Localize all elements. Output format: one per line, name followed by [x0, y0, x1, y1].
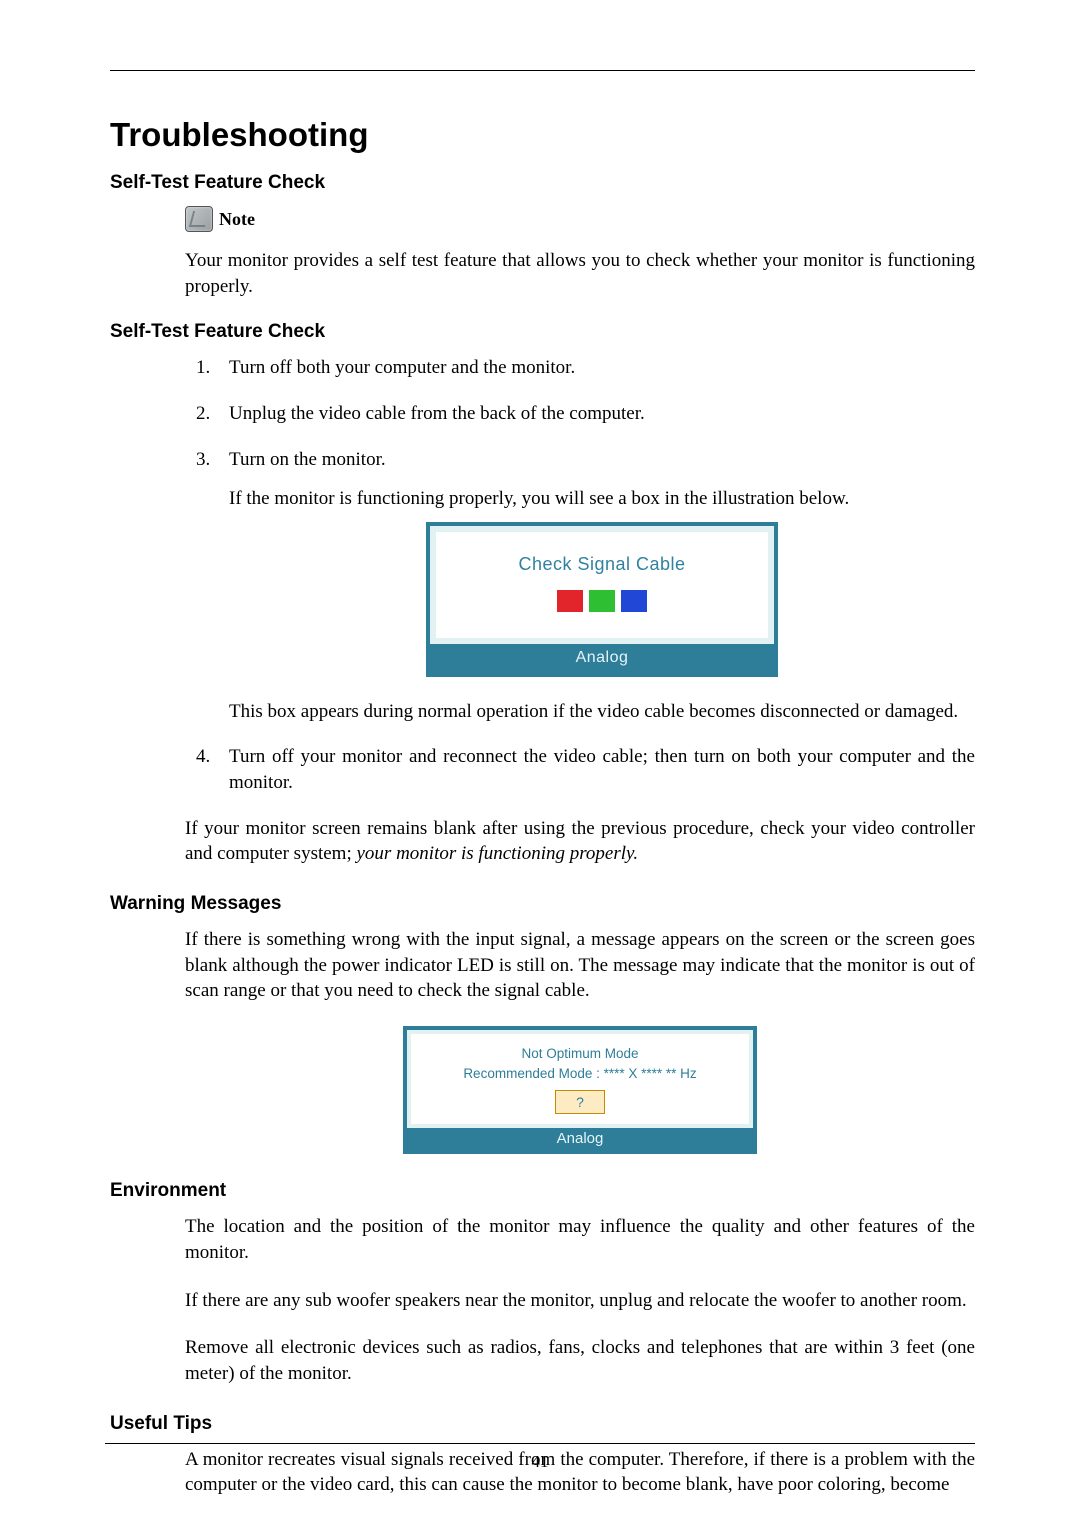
list-item: Unplug the video cable from the back of … — [215, 401, 975, 427]
list-item: Turn off your monitor and reconnect the … — [215, 744, 975, 795]
environment-p2: If there are any sub woofer speakers nea… — [185, 1288, 975, 1314]
rgb-squares — [436, 590, 768, 612]
selftest2-content: Turn off both your computer and the moni… — [185, 355, 975, 867]
environment-p3: Remove all electronic devices such as ra… — [185, 1335, 975, 1386]
signal-box-footer: Analog — [430, 644, 774, 673]
page-footer: 41 — [105, 1443, 975, 1472]
section-heading-environment: Environment — [110, 1180, 975, 1202]
document-page: Troubleshooting Self-Test Feature Check … — [0, 0, 1080, 1527]
list-item: Turn on the monitor. If the monitor is f… — [215, 447, 975, 725]
step3-text: Turn on the monitor. — [229, 449, 386, 470]
note-icon — [185, 206, 213, 232]
optimum-line2: Recommended Mode : **** X **** ** Hz — [411, 1064, 749, 1084]
section-heading-warning: Warning Messages — [110, 893, 975, 915]
section-heading-selftest-1: Self-Test Feature Check — [110, 172, 975, 194]
step3-follow-text: If the monitor is functioning properly, … — [229, 486, 975, 512]
note-label: Note — [219, 209, 255, 230]
page-number: 41 — [105, 1452, 975, 1472]
environment-content: The location and the position of the mon… — [185, 1214, 975, 1386]
selftest1-content: Note Your monitor provides a self test f… — [185, 206, 975, 299]
signal-box-inner: Check Signal Cable — [436, 532, 768, 638]
step3-follow-text-2: This box appears during normal operation… — [229, 699, 975, 725]
check-signal-cable-box: Check Signal Cable Analog — [426, 522, 778, 677]
green-square-icon — [589, 590, 615, 612]
selftest-steps-list: Turn off both your computer and the moni… — [185, 355, 975, 795]
selftest-conclusion: If your monitor screen remains blank aft… — [185, 816, 975, 867]
section-heading-selftest-2: Self-Test Feature Check — [110, 321, 975, 343]
selftest1-intro-text: Your monitor provides a self test featur… — [185, 248, 975, 299]
optimum-line1: Not Optimum Mode — [411, 1044, 749, 1064]
optimum-box-inner: Not Optimum Mode Recommended Mode : ****… — [411, 1034, 749, 1125]
red-square-icon — [557, 590, 583, 612]
warning-content: If there is something wrong with the inp… — [185, 927, 975, 1154]
list-item: Turn off both your computer and the moni… — [215, 355, 975, 381]
section-heading-tips: Useful Tips — [110, 1413, 975, 1435]
optimum-box-footer: Analog — [407, 1128, 753, 1150]
note-callout: Note — [185, 206, 975, 232]
question-mark-icon: ? — [555, 1090, 605, 1114]
conclusion-italic: your monitor is functioning properly. — [357, 843, 639, 864]
environment-p1: The location and the position of the mon… — [185, 1214, 975, 1265]
page-title: Troubleshooting — [110, 116, 975, 154]
header-rule — [110, 70, 975, 71]
blue-square-icon — [621, 590, 647, 612]
warning-body-text: If there is something wrong with the inp… — [185, 927, 975, 1004]
signal-box-title: Check Signal Cable — [436, 552, 768, 576]
footer-rule — [105, 1443, 975, 1444]
not-optimum-mode-box: Not Optimum Mode Recommended Mode : ****… — [403, 1026, 757, 1155]
